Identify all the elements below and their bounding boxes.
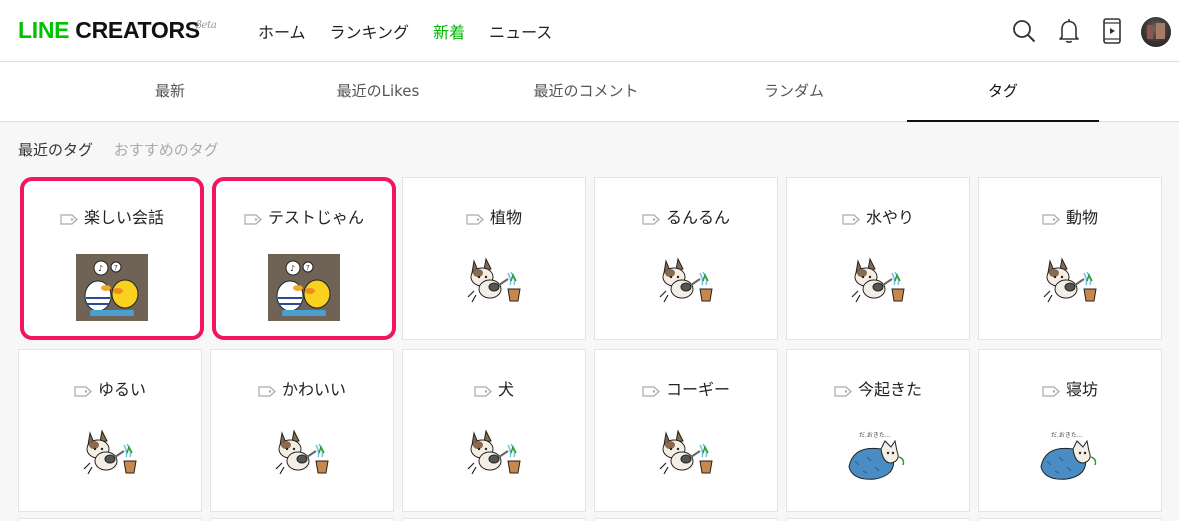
dog-watering-sticker xyxy=(464,255,524,311)
dog-watering-sticker xyxy=(80,427,140,483)
tag-icon xyxy=(474,386,492,397)
tag-label: ゆるい xyxy=(97,380,146,399)
tag-icon xyxy=(834,386,852,397)
tag-icon xyxy=(244,214,262,225)
logo-creators-text: CREATORS xyxy=(75,17,200,43)
tag-card[interactable]: 植物 xyxy=(402,177,586,340)
tag-icon xyxy=(842,214,860,225)
svg-text:だ.おきた...: だ.おきた... xyxy=(1051,432,1083,439)
tab-random[interactable]: ランダム xyxy=(698,62,890,122)
main-nav: ホーム ランキング 新着 ニュース xyxy=(258,19,552,43)
tag-card[interactable]: かわいい xyxy=(210,349,394,512)
dog-watering-sticker xyxy=(656,427,716,483)
tag-card[interactable]: 寝坊 だ.おきた... xyxy=(978,349,1162,512)
dog-watering-sticker xyxy=(464,427,524,483)
tag-label: 寝坊 xyxy=(1065,380,1098,399)
sleeping-bag-sticker: だ.おきた... xyxy=(1037,427,1103,487)
tab-recent-comments[interactable]: 最近のコメント xyxy=(490,62,682,122)
tag-icon xyxy=(642,214,660,225)
tag-label: テストじゃん xyxy=(267,208,364,227)
tag-card[interactable]: 今起きた だ.おきた... xyxy=(786,349,970,512)
tag-card[interactable]: るんるん xyxy=(594,177,778,340)
nav-home[interactable]: ホーム xyxy=(258,19,306,43)
tag-card[interactable]: 動物 xyxy=(978,177,1162,340)
tag-icon xyxy=(60,214,78,225)
tag-card[interactable]: 楽しい会話 ♪? xyxy=(20,177,204,340)
tag-label: かわいい xyxy=(281,380,346,399)
tag-icon xyxy=(258,386,276,397)
dog-watering-sticker xyxy=(1040,255,1100,311)
tag-label: コーギー xyxy=(665,380,730,399)
logo-line-text: LINE xyxy=(18,17,70,43)
tag-card[interactable]: ゆるい xyxy=(18,349,202,512)
subtabs: 最近のタグ おすすめのタグ xyxy=(18,139,235,160)
nav-ranking[interactable]: ランキング xyxy=(330,19,410,43)
svg-text:だ.おきた...: だ.おきた... xyxy=(859,432,891,439)
tag-label: 動物 xyxy=(1065,208,1098,227)
tag-card[interactable]: テストじゃん ♪? xyxy=(212,177,396,340)
tag-icon xyxy=(466,214,484,225)
header: LINE CREATORS βeta ホーム ランキング 新着 ニュース xyxy=(0,0,1179,62)
subtab-recent-tags[interactable]: 最近のタグ xyxy=(18,141,93,159)
tab-recent-likes[interactable]: 最近のLikes xyxy=(282,62,474,122)
tag-label: 犬 xyxy=(497,380,514,399)
dog-watering-sticker xyxy=(848,255,908,311)
duck-chat-sticker: ♪? xyxy=(268,254,340,321)
tag-card[interactable]: 犬 xyxy=(402,349,586,512)
tag-label: 植物 xyxy=(489,208,522,227)
tag-icon xyxy=(1042,386,1060,397)
tag-icon xyxy=(642,386,660,397)
tag-label: 今起きた xyxy=(857,380,922,399)
svg-text:♪: ♪ xyxy=(290,264,295,273)
tag-card[interactable]: コーギー xyxy=(594,349,778,512)
logo[interactable]: LINE CREATORS βeta xyxy=(18,17,217,44)
dog-watering-sticker xyxy=(656,255,716,311)
tab-latest[interactable]: 最新 xyxy=(74,62,266,122)
svg-text:?: ? xyxy=(306,264,310,272)
tag-card[interactable]: 水やり xyxy=(786,177,970,340)
phone-icon[interactable] xyxy=(1099,18,1125,44)
nav-new[interactable]: 新着 xyxy=(433,19,465,43)
duck-chat-sticker: ♪? xyxy=(76,254,148,321)
logo-beta: βeta xyxy=(196,20,217,31)
svg-text:?: ? xyxy=(114,264,118,272)
dog-watering-sticker xyxy=(272,427,332,483)
search-icon[interactable] xyxy=(1011,18,1037,44)
tag-label: るんるん xyxy=(665,208,730,227)
svg-text:♪: ♪ xyxy=(98,264,103,273)
tab-bar: 最新 最近のLikes 最近のコメント ランダム タグ xyxy=(0,62,1179,122)
tag-label: 水やり xyxy=(865,208,914,227)
nav-news[interactable]: ニュース xyxy=(489,19,552,43)
bell-icon[interactable] xyxy=(1056,18,1082,44)
tab-tags[interactable]: タグ xyxy=(907,62,1099,122)
tag-label: 楽しい会話 xyxy=(83,208,164,227)
avatar[interactable] xyxy=(1141,17,1171,47)
subtab-recommended-tags[interactable]: おすすめのタグ xyxy=(114,141,219,159)
tag-icon xyxy=(1042,214,1060,225)
tag-icon xyxy=(74,386,92,397)
sleeping-bag-sticker: だ.おきた... xyxy=(845,427,911,487)
